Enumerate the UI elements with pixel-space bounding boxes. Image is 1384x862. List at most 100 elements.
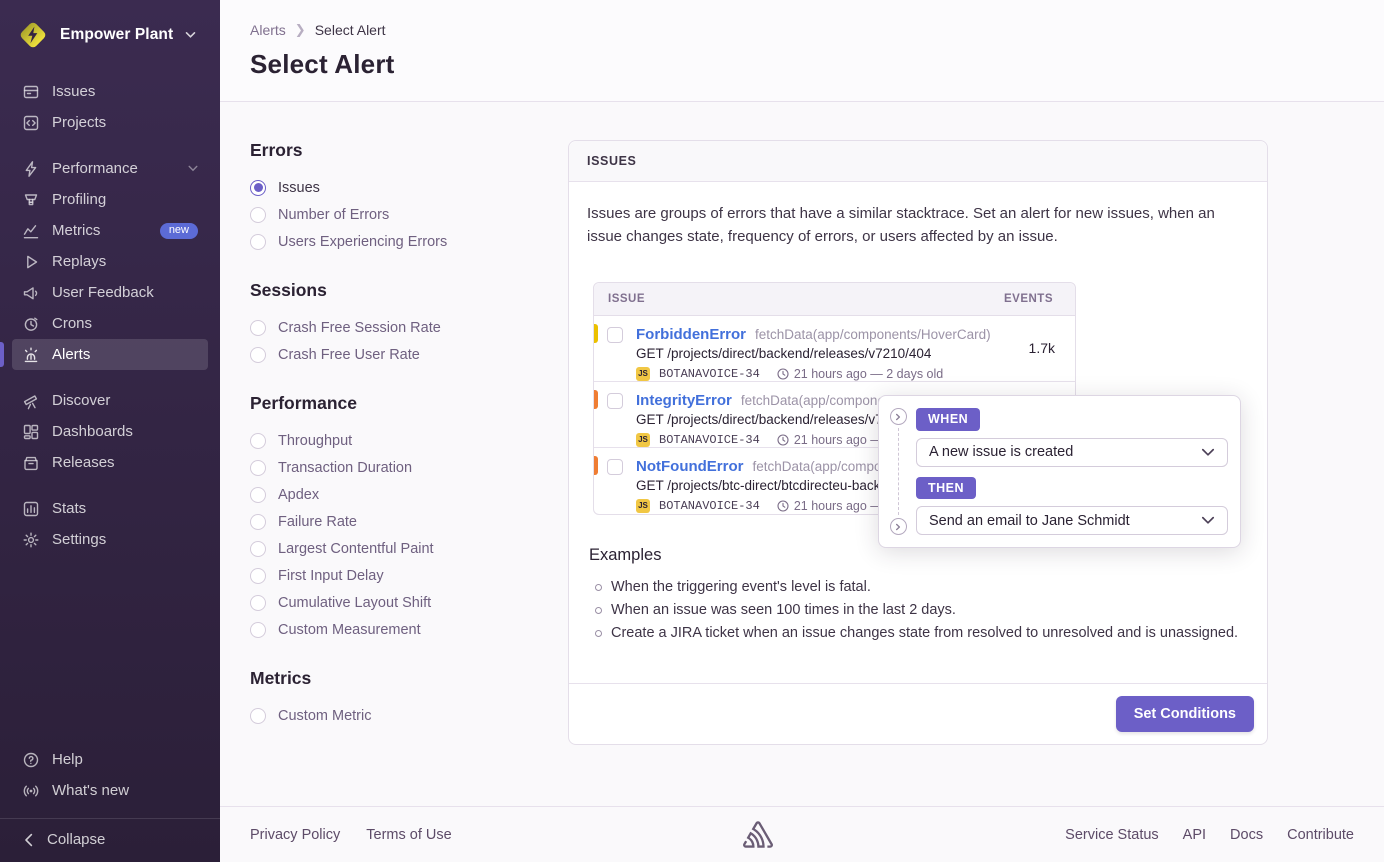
- terms-of-use-link[interactable]: Terms of Use: [366, 827, 451, 843]
- example-item: When the triggering event's level is fat…: [589, 576, 1249, 599]
- sidebar-item-releases[interactable]: Releases: [12, 447, 208, 478]
- sidebar-item-projects[interactable]: Projects: [12, 107, 208, 138]
- breadcrumb-alerts-link[interactable]: Alerts: [250, 22, 286, 38]
- sidebar-item-crons[interactable]: Crons: [12, 308, 208, 339]
- row-checkbox[interactable]: [607, 393, 623, 409]
- when-badge: WHEN: [916, 408, 980, 431]
- sidebar-item-whats-new[interactable]: What's new: [12, 775, 208, 806]
- sidebar-item-alerts[interactable]: Alerts: [12, 339, 208, 370]
- radio-option-apdex[interactable]: Apdex: [250, 481, 568, 508]
- radio-option-failure-rate[interactable]: Failure Rate: [250, 508, 568, 535]
- row-checkbox[interactable]: [607, 327, 623, 343]
- clock-icon: [777, 368, 789, 380]
- radio-option-issues[interactable]: Issues: [250, 174, 568, 201]
- javascript-platform-icon: JS: [636, 367, 650, 381]
- sidebar-item-issues[interactable]: Issues: [12, 76, 208, 107]
- content: Errors Issues Number of Errors Users Exp…: [220, 102, 1384, 806]
- docs-link[interactable]: Docs: [1230, 827, 1263, 843]
- radio-icon[interactable]: [250, 595, 266, 611]
- metrics-icon: [22, 222, 40, 240]
- contribute-link[interactable]: Contribute: [1287, 827, 1354, 843]
- replays-icon: [22, 253, 40, 271]
- radio-option-largest-contentful-paint[interactable]: Largest Contentful Paint: [250, 535, 568, 562]
- radio-option-throughput[interactable]: Throughput: [250, 427, 568, 454]
- radio-icon[interactable]: [250, 541, 266, 557]
- privacy-policy-link[interactable]: Privacy Policy: [250, 827, 340, 843]
- page-header: Alerts ❯ Select Alert Select Alert: [220, 0, 1384, 102]
- alert-type-options: Errors Issues Number of Errors Users Exp…: [250, 140, 568, 806]
- page-title: Select Alert: [250, 49, 1354, 80]
- sidebar-nav: Issues Projects Performance Profiling: [0, 76, 220, 570]
- org-switcher[interactable]: Empower Plant: [0, 0, 220, 76]
- events-count: 1.7k: [1029, 340, 1055, 356]
- radio-option-number-of-errors[interactable]: Number of Errors: [250, 201, 568, 228]
- circle-arrow-icon: [890, 408, 907, 425]
- radio-icon[interactable]: [250, 320, 266, 336]
- chevron-right-icon: ❯: [295, 22, 306, 38]
- radio-option-first-input-delay[interactable]: First Input Delay: [250, 562, 568, 589]
- level-indicator: [594, 456, 598, 475]
- issues-icon: [22, 83, 40, 101]
- siren-icon: [22, 346, 40, 364]
- option-label: Issues: [278, 180, 320, 196]
- sidebar-collapse-button[interactable]: Collapse: [0, 818, 220, 862]
- radio-icon[interactable]: [250, 180, 266, 196]
- sidebar-item-label: Crons: [52, 315, 92, 332]
- sidebar-item-discover[interactable]: Discover: [12, 385, 208, 416]
- issue-link[interactable]: IntegrityError: [636, 392, 732, 409]
- radio-icon[interactable]: [250, 234, 266, 250]
- table-row: ForbiddenError fetchData(app/components/…: [594, 316, 1075, 382]
- radio-icon[interactable]: [250, 460, 266, 476]
- sidebar-item-user-feedback[interactable]: User Feedback: [12, 277, 208, 308]
- group-heading: Metrics: [250, 668, 568, 689]
- sidebar-item-stats[interactable]: Stats: [12, 493, 208, 524]
- sidebar-item-performance[interactable]: Performance: [12, 153, 208, 184]
- sidebar-item-label: Metrics: [52, 222, 100, 239]
- sidebar-item-label: What's new: [52, 782, 129, 799]
- bar-chart-icon: [22, 500, 40, 518]
- sidebar: Empower Plant Issues Projects Performanc…: [0, 0, 220, 862]
- telescope-icon: [22, 392, 40, 410]
- issue-link[interactable]: NotFoundError: [636, 458, 743, 475]
- sidebar-item-label: Replays: [52, 253, 106, 270]
- radio-icon[interactable]: [250, 568, 266, 584]
- javascript-platform-icon: JS: [636, 499, 650, 513]
- radio-icon[interactable]: [250, 514, 266, 530]
- option-group-performance: Performance Throughput Transaction Durat…: [250, 393, 568, 643]
- when-condition-select[interactable]: A new issue is created: [916, 438, 1228, 467]
- api-link[interactable]: API: [1183, 827, 1206, 843]
- radio-option-custom-measurement[interactable]: Custom Measurement: [250, 616, 568, 643]
- sidebar-item-profiling[interactable]: Profiling: [12, 184, 208, 215]
- radio-option-users-experiencing-errors[interactable]: Users Experiencing Errors: [250, 228, 568, 255]
- radio-option-cumulative-layout-shift[interactable]: Cumulative Layout Shift: [250, 589, 568, 616]
- radio-icon[interactable]: [250, 487, 266, 503]
- sidebar-item-settings[interactable]: Settings: [12, 524, 208, 555]
- radio-option-crash-free-session-rate[interactable]: Crash Free Session Rate: [250, 314, 568, 341]
- set-conditions-button[interactable]: Set Conditions: [1116, 696, 1254, 732]
- sidebar-item-help[interactable]: Help: [12, 744, 208, 775]
- radio-option-crash-free-user-rate[interactable]: Crash Free User Rate: [250, 341, 568, 368]
- radio-icon[interactable]: [250, 433, 266, 449]
- radio-icon[interactable]: [250, 207, 266, 223]
- dashed-connector: [898, 428, 899, 515]
- issue-culprit: fetchData(app/components/HoverCard): [755, 327, 991, 342]
- sidebar-item-label: Issues: [52, 83, 95, 100]
- then-badge: THEN: [916, 477, 976, 500]
- radio-icon[interactable]: [250, 347, 266, 363]
- row-checkbox[interactable]: [607, 459, 623, 475]
- option-label: Apdex: [278, 487, 319, 503]
- chevron-down-icon: [188, 165, 198, 172]
- issue-link[interactable]: ForbiddenError: [636, 326, 746, 343]
- option-label: Custom Measurement: [278, 622, 421, 638]
- sidebar-item-dashboards[interactable]: Dashboards: [12, 416, 208, 447]
- sidebar-item-metrics[interactable]: Metrics new: [12, 215, 208, 246]
- radio-option-transaction-duration[interactable]: Transaction Duration: [250, 454, 568, 481]
- service-status-link[interactable]: Service Status: [1065, 827, 1159, 843]
- radio-option-custom-metric[interactable]: Custom Metric: [250, 702, 568, 729]
- then-action-select[interactable]: Send an email to Jane Schmidt: [916, 506, 1228, 535]
- archive-icon: [22, 454, 40, 472]
- sidebar-footer: Help What's new Collapse: [0, 744, 220, 862]
- radio-icon[interactable]: [250, 622, 266, 638]
- radio-icon[interactable]: [250, 708, 266, 724]
- sidebar-item-replays[interactable]: Replays: [12, 246, 208, 277]
